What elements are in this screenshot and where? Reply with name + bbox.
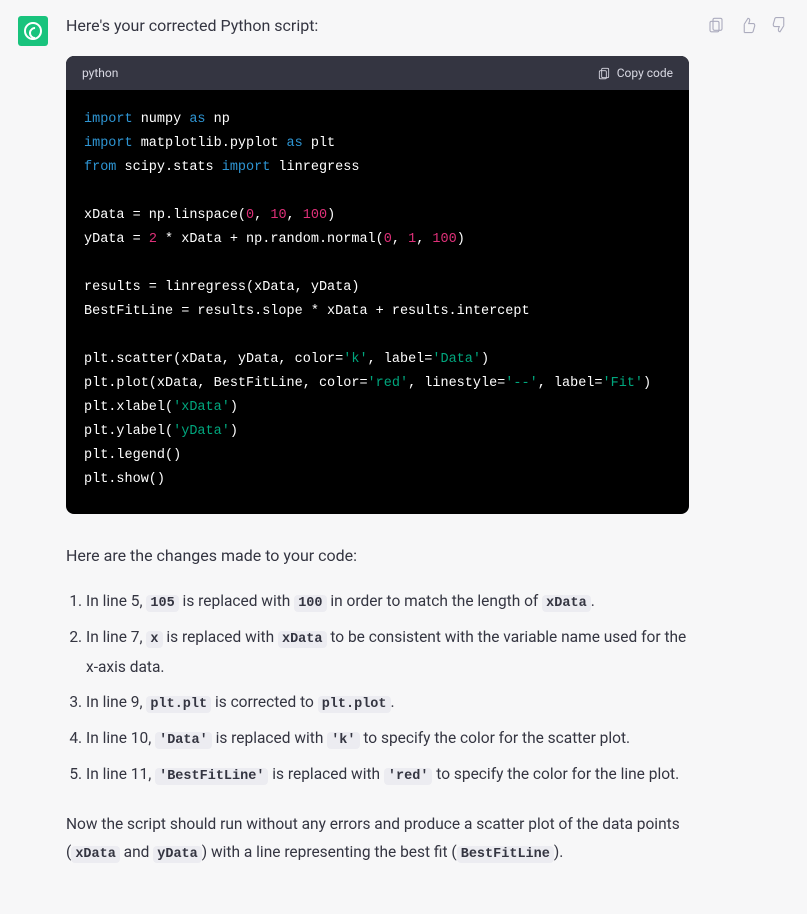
changes-intro: Here are the changes made to your code: xyxy=(66,542,689,569)
clipboard-icon xyxy=(597,66,611,80)
thumbs-up-icon xyxy=(739,16,757,34)
assistant-avatar xyxy=(18,16,48,46)
list-item: In line 10, 'Data' is replaced with 'k' … xyxy=(86,724,689,754)
list-item: In line 11, 'BestFitLine' is replaced wi… xyxy=(86,760,689,790)
changes-list: In line 5, 105 is replaced with 100 in o… xyxy=(66,587,689,790)
thumbs-down-icon xyxy=(771,16,789,34)
copy-code-button[interactable]: Copy code xyxy=(597,66,673,80)
copy-message-button[interactable] xyxy=(707,16,725,38)
copy-code-label: Copy code xyxy=(617,66,673,80)
list-item: In line 5, 105 is replaced with 100 in o… xyxy=(86,587,689,617)
assistant-logo-icon xyxy=(24,22,42,40)
intro-text: Here's your corrected Python script: xyxy=(66,14,689,38)
thumbs-up-button[interactable] xyxy=(739,16,757,38)
code-block: python Copy code import numpy as np impo… xyxy=(66,56,689,514)
list-item: In line 9, plt.plt is corrected to plt.p… xyxy=(86,688,689,718)
clipboard-icon xyxy=(707,16,725,34)
code-content[interactable]: import numpy as np import matplotlib.pyp… xyxy=(66,90,689,514)
closing-text: Now the script should run without any er… xyxy=(66,810,689,869)
thumbs-down-button[interactable] xyxy=(771,16,789,38)
code-language-label: python xyxy=(82,66,118,80)
list-item: In line 7, x is replaced with xData to b… xyxy=(86,623,689,682)
